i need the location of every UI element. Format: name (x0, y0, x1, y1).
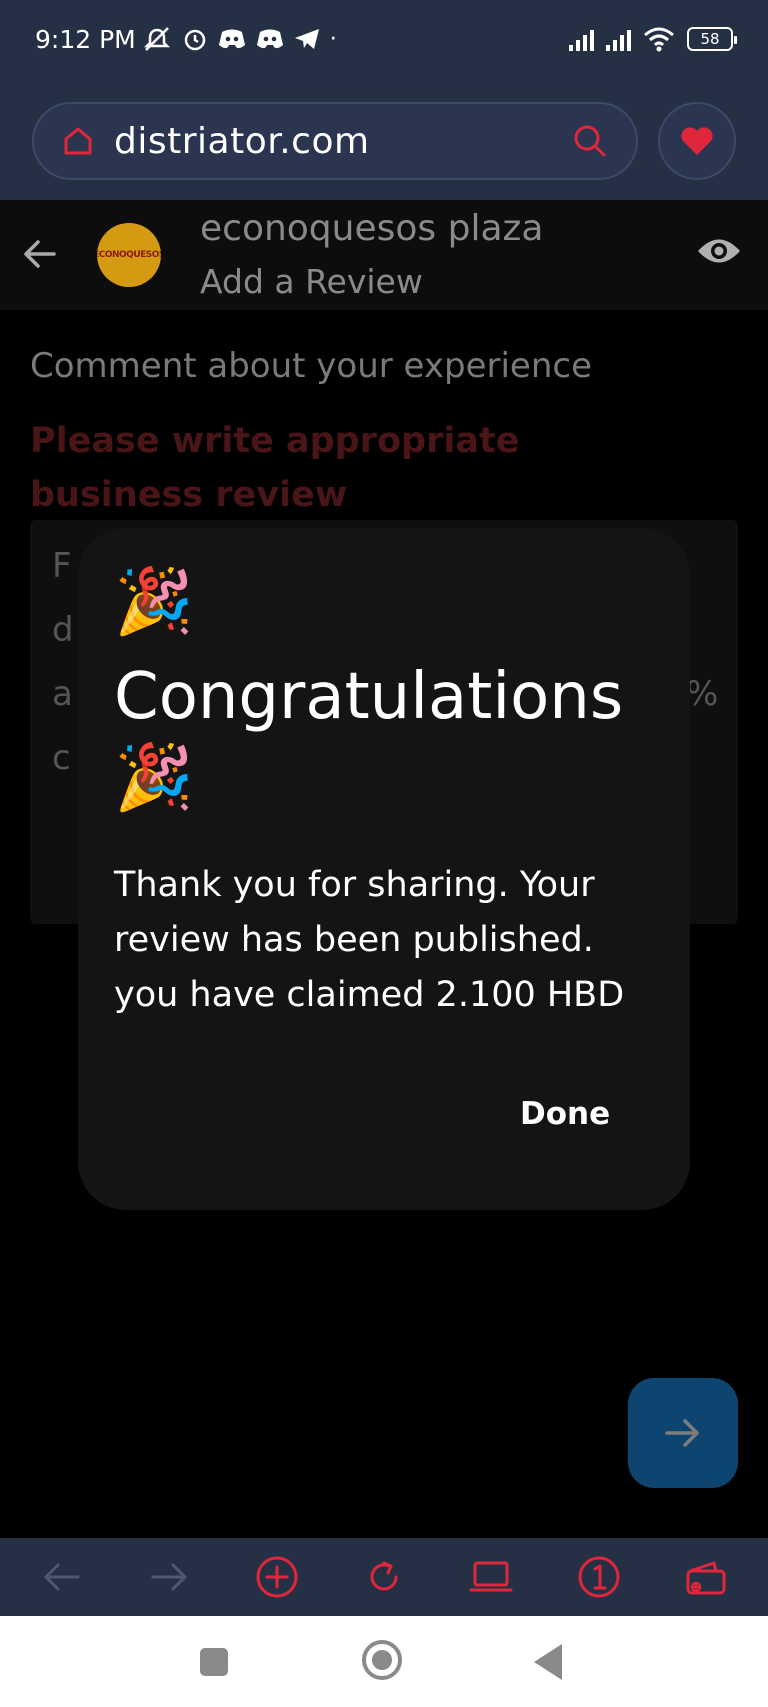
comment-label: Comment about your experience (30, 346, 592, 386)
back-arrow-icon[interactable] (20, 230, 60, 278)
arrow-right-icon (665, 1419, 699, 1447)
done-button[interactable]: Done (520, 1096, 610, 1132)
review-warning: Please write appropriate business review (30, 421, 520, 515)
page-subtitle: Add a Review (200, 262, 423, 301)
system-icons: 58 (569, 26, 737, 52)
wallet-icon (686, 1561, 726, 1595)
eye-icon[interactable] (696, 234, 742, 268)
toolbar-new-tab-button[interactable] (249, 1549, 305, 1605)
toolbar-wallet-button[interactable] (678, 1549, 734, 1605)
discord-icon-2 (256, 29, 283, 49)
system-back-button[interactable] (534, 1644, 562, 1680)
discord-icon (218, 29, 245, 49)
review-text-fragment: d (52, 610, 74, 650)
search-icon[interactable] (572, 123, 608, 159)
business-logo-text: ECONOQUESOS (97, 250, 161, 260)
alarm-clock-icon (184, 29, 205, 51)
party-popper-icon: 🎉 (114, 741, 194, 815)
recent-apps-button[interactable] (200, 1648, 228, 1676)
review-text-fragment: a (52, 674, 73, 714)
more-notifications-dot: · (329, 26, 337, 52)
business-name: econoquesos plaza (200, 208, 544, 249)
page-header: ECONOQUESOS econoquesos plaza Add a Revi… (0, 200, 768, 310)
back-arrow-icon (44, 1563, 80, 1591)
system-navigation-bar (0, 1616, 768, 1707)
status-time: 9:12 PM (35, 24, 136, 54)
toolbar-desktop-button[interactable] (463, 1549, 519, 1605)
toolbar-tabs-button[interactable] (571, 1549, 627, 1605)
toolbar-forward-button[interactable] (141, 1549, 197, 1605)
review-text-fragment: F (52, 546, 72, 586)
browser-toolbar (0, 1538, 768, 1616)
toolbar-reload-button[interactable] (356, 1549, 412, 1605)
home-icon[interactable] (62, 125, 94, 157)
home-button[interactable] (362, 1640, 402, 1680)
dialog-title: Congratulations (114, 660, 624, 734)
favorite-button[interactable] (658, 102, 736, 180)
desktop-mode-icon (469, 1561, 513, 1592)
mute-alarm-icon (143, 27, 170, 51)
heart-icon (681, 127, 713, 155)
business-logo: ECONOQUESOS (97, 223, 161, 287)
next-button[interactable] (628, 1378, 738, 1488)
party-popper-icon: 🎉 (114, 565, 194, 639)
dialog-message: Thank you for sharing. Your review has b… (114, 865, 625, 1015)
url-bar[interactable]: distriator.com (32, 102, 638, 180)
telegram-icon (294, 29, 319, 49)
toolbar-back-button[interactable] (34, 1549, 90, 1605)
review-text-fragment: c (52, 738, 71, 778)
forward-arrow-icon (151, 1563, 187, 1591)
battery-icon: 58 (687, 27, 737, 51)
notification-icons: · (142, 26, 337, 52)
url-text[interactable]: distriator.com (114, 121, 370, 162)
wifi-icon (644, 27, 674, 52)
signal-icon (569, 27, 594, 51)
reload-icon (370, 1561, 398, 1591)
review-text-fragment: % (686, 674, 719, 714)
signal-icon-2 (606, 27, 631, 51)
browser-bar: distriator.com (0, 78, 768, 200)
status-bar: 9:12 PM · 58 (0, 0, 768, 78)
tab-count-icon (578, 1556, 620, 1598)
add-tab-icon (256, 1556, 298, 1598)
